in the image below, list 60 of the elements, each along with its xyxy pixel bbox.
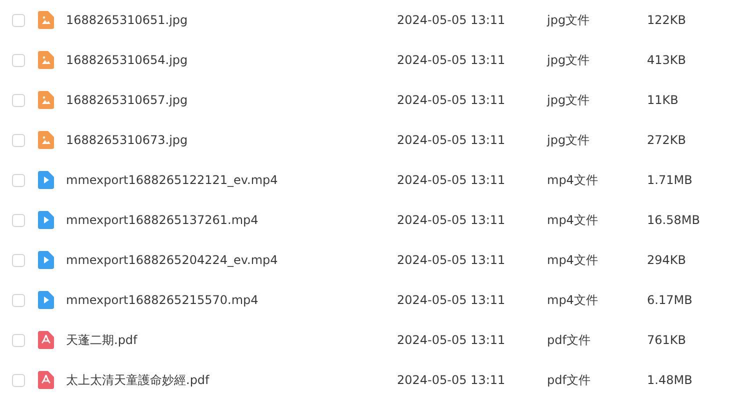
file-size: 272KB <box>647 133 688 147</box>
file-size: 6.17MB <box>647 293 694 307</box>
image-file-icon <box>38 11 54 29</box>
modified-date: 2024-05-05 13:11 <box>397 333 506 347</box>
modified-date: 2024-05-05 13:11 <box>397 253 506 267</box>
file-name[interactable]: 1688265310657.jpg <box>66 93 397 107</box>
video-file-icon <box>38 211 54 229</box>
checkbox[interactable] <box>12 54 25 66</box>
file-size: 1.48MB <box>647 373 694 387</box>
checkbox[interactable] <box>12 14 25 26</box>
image-file-icon <box>38 51 54 69</box>
file-type: mp4文件 <box>547 252 599 268</box>
file-type: jpg文件 <box>547 52 591 68</box>
checkbox[interactable] <box>12 294 25 306</box>
file-type: mp4文件 <box>547 212 599 228</box>
file-name[interactable]: mmexport1688265137261.mp4 <box>66 213 397 227</box>
modified-date: 2024-05-05 13:11 <box>397 53 506 67</box>
checkbox[interactable] <box>12 94 25 106</box>
file-size: 761KB <box>647 333 688 347</box>
file-name[interactable]: mmexport1688265122121_ev.mp4 <box>66 173 397 187</box>
file-name[interactable]: 太上太清天童護命妙經.pdf <box>66 372 397 388</box>
file-type: jpg文件 <box>547 132 591 148</box>
modified-date: 2024-05-05 13:11 <box>397 13 506 27</box>
video-file-icon <box>38 251 54 269</box>
modified-date: 2024-05-05 13:11 <box>397 293 506 307</box>
file-size: 16.58MB <box>647 213 701 227</box>
file-type: mp4文件 <box>547 172 599 188</box>
video-file-icon <box>38 171 54 189</box>
file-size: 413KB <box>647 53 688 67</box>
pdf-file-icon <box>38 371 54 389</box>
checkbox[interactable] <box>12 134 25 146</box>
file-size: 122KB <box>647 13 688 27</box>
file-size: 1.71MB <box>647 173 694 187</box>
video-file-icon <box>38 291 54 309</box>
checkbox[interactable] <box>12 334 25 346</box>
checkbox[interactable] <box>12 374 25 386</box>
file-type: mp4文件 <box>547 292 599 308</box>
file-type: jpg文件 <box>547 92 591 108</box>
file-size: 294KB <box>647 253 688 267</box>
modified-date: 2024-05-05 13:11 <box>397 133 506 147</box>
modified-date: 2024-05-05 13:11 <box>397 373 506 387</box>
image-file-icon <box>38 131 54 149</box>
file-size: 11KB <box>647 93 680 107</box>
file-name[interactable]: 天蓬二期.pdf <box>66 332 397 348</box>
checkbox[interactable] <box>12 254 25 266</box>
file-name[interactable]: mmexport1688265204224_ev.mp4 <box>66 253 397 267</box>
file-name[interactable]: 1688265310673.jpg <box>66 133 397 147</box>
file-type: pdf文件 <box>547 332 592 348</box>
modified-date: 2024-05-05 13:11 <box>397 173 506 187</box>
image-file-icon <box>38 91 54 109</box>
file-type: jpg文件 <box>547 12 591 28</box>
file-type: pdf文件 <box>547 372 592 388</box>
file-name[interactable]: mmexport1688265215570.mp4 <box>66 293 397 307</box>
checkbox[interactable] <box>12 174 25 186</box>
modified-date: 2024-05-05 13:11 <box>397 213 506 227</box>
file-name[interactable]: 1688265310651.jpg <box>66 13 397 27</box>
pdf-file-icon <box>38 331 54 349</box>
modified-date: 2024-05-05 13:11 <box>397 93 506 107</box>
checkbox[interactable] <box>12 214 25 226</box>
file-name[interactable]: 1688265310654.jpg <box>66 53 397 67</box>
